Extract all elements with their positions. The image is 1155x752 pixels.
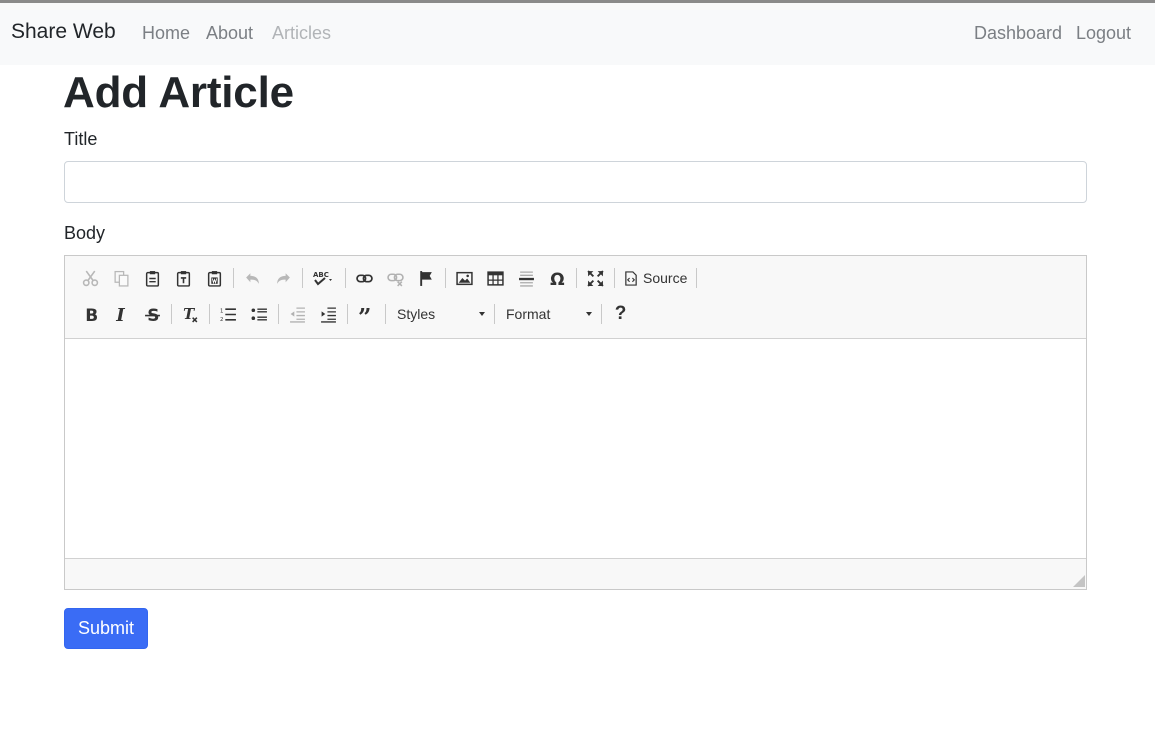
copy-icon[interactable]: [106, 264, 137, 292]
toolbar-separator: [302, 268, 303, 288]
maximize-icon[interactable]: [580, 264, 611, 292]
nav-link-home[interactable]: Home: [142, 23, 190, 44]
chevron-down-icon: [586, 312, 592, 316]
redo-icon[interactable]: [268, 264, 299, 292]
image-icon[interactable]: [449, 264, 480, 292]
unlink-icon[interactable]: [380, 264, 411, 292]
svg-text:”: ”: [358, 306, 371, 323]
source-icon: [625, 270, 637, 286]
svg-text:ABC: ABC: [313, 271, 329, 279]
submit-button[interactable]: Submit: [64, 608, 148, 649]
nav-link-articles[interactable]: Articles: [272, 23, 331, 44]
svg-text:2: 2: [220, 316, 223, 322]
rich-text-editor: ABC Ω Source B I S T 1 2 ” Styles Format…: [64, 255, 1087, 590]
special-char-icon[interactable]: Ω: [542, 264, 573, 292]
navbar: Share Web Home About Articles Dashboard …: [0, 3, 1155, 65]
toolbar-separator: [233, 268, 234, 288]
editor-toolbar-row-1: ABC Ω Source: [75, 264, 700, 292]
undo-icon[interactable]: [237, 264, 268, 292]
bold-icon[interactable]: B: [75, 300, 106, 328]
styles-dropdown-label: Styles: [397, 306, 436, 322]
chevron-down-icon: [479, 312, 485, 316]
toolbar-separator: [385, 304, 386, 324]
source-button[interactable]: Source: [618, 264, 693, 292]
svg-text:S: S: [147, 306, 159, 323]
increase-indent-icon[interactable]: [313, 300, 344, 328]
page-title: Add Article: [63, 68, 294, 117]
nav-link-dashboard[interactable]: Dashboard: [974, 23, 1062, 44]
remove-format-icon[interactable]: T: [175, 300, 206, 328]
italic-icon[interactable]: I: [106, 300, 137, 328]
strikethrough-icon[interactable]: S: [137, 300, 168, 328]
toolbar-separator: [278, 304, 279, 324]
styles-dropdown[interactable]: Styles: [389, 302, 491, 326]
table-icon[interactable]: [480, 264, 511, 292]
cut-icon[interactable]: [75, 264, 106, 292]
svg-text:B: B: [85, 306, 98, 323]
brand-link[interactable]: Share Web: [11, 20, 116, 44]
svg-text:Ω: Ω: [550, 270, 564, 287]
toolbar-separator: [601, 304, 602, 324]
numbered-list-icon[interactable]: 12: [213, 300, 244, 328]
bulleted-list-icon[interactable]: [244, 300, 275, 328]
nav-link-logout[interactable]: Logout: [1076, 23, 1131, 44]
toolbar-separator: [209, 304, 210, 324]
svg-text:1: 1: [220, 308, 223, 314]
spellcheck-icon[interactable]: ABC: [306, 264, 342, 292]
editor-content-area[interactable]: [65, 338, 1086, 559]
blockquote-icon[interactable]: ”: [351, 300, 382, 328]
help-icon[interactable]: ?: [605, 300, 636, 328]
horizontal-line-icon[interactable]: [511, 264, 542, 292]
toolbar-separator: [347, 304, 348, 324]
toolbar-separator: [494, 304, 495, 324]
editor-toolbar-row-2: B I S T 12 ” Styles Format ?: [75, 300, 636, 328]
svg-text:T: T: [183, 306, 195, 323]
toolbar-separator: [171, 304, 172, 324]
title-label: Title: [64, 129, 98, 149]
toolbar-separator: [696, 268, 698, 288]
decrease-indent-icon[interactable]: [282, 300, 313, 328]
link-icon[interactable]: [349, 264, 380, 292]
toolbar-separator: [576, 268, 577, 288]
resize-handle-icon[interactable]: [1073, 575, 1085, 587]
toolbar-separator: [614, 268, 615, 288]
format-dropdown[interactable]: Format: [498, 302, 598, 326]
toolbar-separator: [345, 268, 346, 288]
nav-link-about[interactable]: About: [206, 23, 253, 44]
format-dropdown-label: Format: [506, 306, 551, 322]
source-label: Source: [643, 270, 688, 286]
body-label: Body: [64, 223, 106, 243]
title-input[interactable]: [64, 161, 1087, 203]
paste-text-icon[interactable]: [168, 264, 199, 292]
anchor-icon[interactable]: [411, 264, 442, 292]
paste-icon[interactable]: [137, 264, 168, 292]
paste-from-word-icon[interactable]: [199, 264, 230, 292]
toolbar-separator: [445, 268, 446, 288]
svg-text:I: I: [115, 306, 125, 323]
